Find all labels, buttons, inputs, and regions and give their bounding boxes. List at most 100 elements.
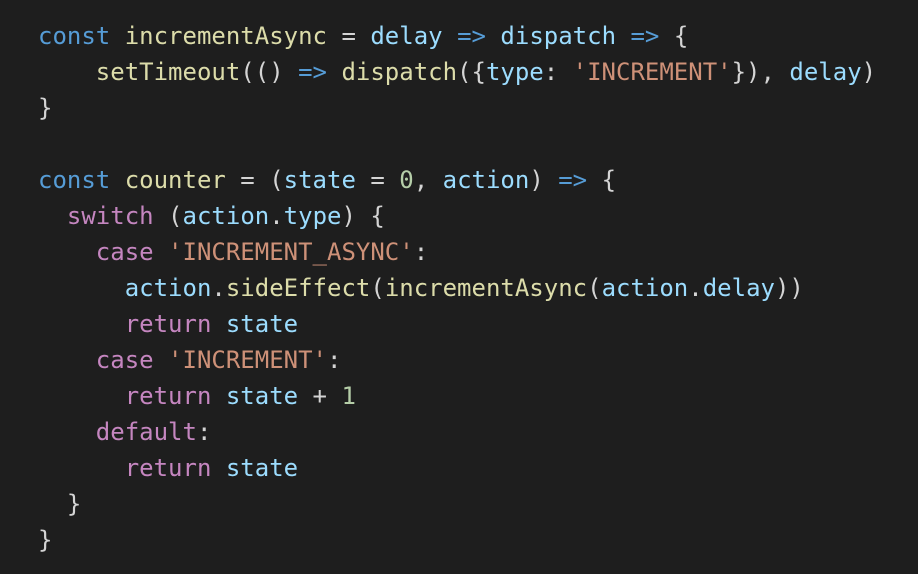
code-token: action: [601, 274, 689, 302]
code-line-7: case 'INCREMENT_ASYNC':: [38, 234, 918, 270]
code-token: }),: [731, 58, 790, 86]
code-token: const: [38, 22, 111, 50]
code-token: +: [298, 382, 342, 410]
code-line-9: return state: [38, 306, 918, 342]
code-token: sideEffect: [225, 274, 371, 302]
code-line-6: switch (action.type) {: [38, 198, 918, 234]
code-token: default: [95, 418, 197, 446]
code-token: =: [355, 166, 400, 194]
code-token: ({: [457, 58, 486, 86]
code-line-13: return state: [38, 450, 918, 486]
code-token: (: [153, 202, 183, 230]
code-token: state: [225, 310, 299, 338]
code-token: ) {: [341, 202, 385, 230]
code-line-8: action.sideEffect(incrementAsync(action.…: [38, 270, 918, 306]
code-token: dispatch: [500, 22, 617, 50]
code-token: :: [543, 58, 573, 86]
code-token: 0: [399, 166, 414, 194]
code-line-11: return state + 1: [38, 378, 918, 414]
code-token: :: [196, 418, 212, 446]
code-token: :: [327, 346, 342, 374]
code-token: }: [38, 94, 53, 122]
code-editor[interactable]: const incrementAsync = delay => dispatch…: [0, 0, 918, 574]
code-token: 'INCREMENT_ASYNC': [168, 238, 414, 266]
code-token: return: [124, 382, 212, 410]
code-line-3: }: [38, 90, 918, 126]
code-token: {: [587, 166, 617, 194]
code-token: }: [38, 490, 82, 518]
code-token: state: [225, 454, 299, 482]
code-token: case: [95, 346, 154, 374]
code-token: .: [269, 202, 284, 230]
code-token: return: [124, 310, 212, 338]
code-line-10: case 'INCREMENT':: [38, 342, 918, 378]
code-token: :: [413, 238, 429, 266]
code-token: const: [38, 166, 111, 194]
code-token: incrementAsync: [124, 22, 327, 50]
code-token: ((): [240, 58, 299, 86]
code-token: (: [587, 274, 602, 302]
code-token: =>: [298, 58, 327, 86]
code-token: {: [659, 22, 689, 50]
code-token: .: [211, 274, 226, 302]
code-line-12: default:: [38, 414, 918, 450]
code-token: action: [442, 166, 530, 194]
code-token: =: [327, 22, 371, 50]
code-line-5: const counter = (state = 0, action) => {: [38, 162, 918, 198]
code-token: action: [182, 202, 270, 230]
code-token: ): [529, 166, 559, 194]
code-line-15: }: [38, 522, 918, 558]
code-line-2: setTimeout(() => dispatch({type: 'INCREM…: [38, 54, 918, 90]
code-token: state: [225, 382, 299, 410]
code-token: )): [774, 274, 804, 302]
code-token: switch: [66, 202, 154, 230]
code-token: 1: [341, 382, 356, 410]
code-token: state: [283, 166, 356, 194]
code-token: counter: [124, 166, 226, 194]
code-token: .: [688, 274, 703, 302]
code-token: }: [38, 526, 53, 554]
code-token: return: [124, 454, 212, 482]
code-line-1: const incrementAsync = delay => dispatch…: [38, 18, 918, 54]
code-token: incrementAsync: [384, 274, 588, 302]
code-token: delay: [789, 58, 862, 86]
code-token: ): [861, 58, 877, 86]
code-token: =>: [558, 166, 588, 194]
code-token: case: [95, 238, 154, 266]
code-token: type: [485, 58, 544, 86]
code-token: setTimeout: [95, 58, 241, 86]
code-line-14: }: [38, 486, 918, 522]
code-token: =>: [457, 22, 486, 50]
code-token: delay: [370, 22, 443, 50]
code-token: 'INCREMENT': [572, 58, 732, 86]
code-token: type: [283, 202, 342, 230]
code-token: dispatch: [341, 58, 458, 86]
code-token: (: [370, 274, 385, 302]
code-token: 'INCREMENT': [168, 346, 327, 374]
code-token: action: [124, 274, 212, 302]
code-token: ,: [413, 166, 443, 194]
code-token: =>: [630, 22, 660, 50]
code-token: = (: [225, 166, 284, 194]
